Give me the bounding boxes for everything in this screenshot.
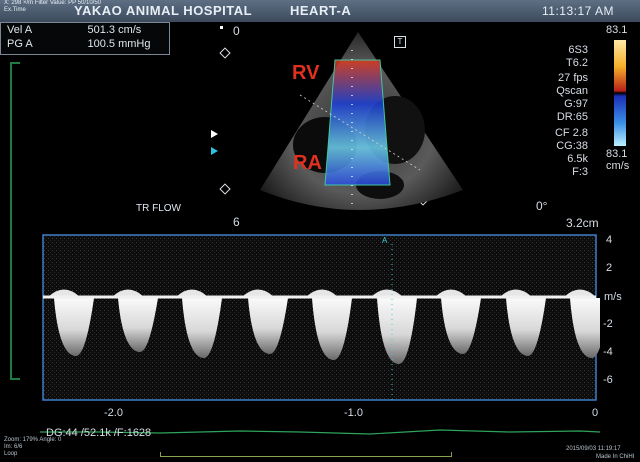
measurement-unit: mmHg [118,38,151,50]
y-unit: m/s [604,291,622,303]
measurement-unit: cm/s [118,24,142,36]
doppler-status: DG:44 /52.1k /F:1628 [46,427,152,439]
footer-date: 2015/09/03 11:19:17 [566,446,621,452]
ecg-bracket [10,62,12,380]
probe-name: 6S3 [568,44,588,56]
focus-diamond [219,183,231,195]
param-fps: 27 fps [558,72,588,84]
param-cf: CF 2.8 [554,127,588,139]
param-gain: G:97 [564,98,588,110]
flow-label: TR FLOW [136,203,181,214]
y-tick-neg6: -6 [603,374,613,386]
header-bar: X: 298 ×/m Filter Value: PP 50/10/50 Ex.… [0,0,640,22]
param-filter: F:3 [572,166,588,178]
color-scale-bar [614,40,626,146]
cine-bar[interactable] [160,452,452,457]
sample-depth: 3.2cm [566,216,599,230]
measurement-value: 501.3 [87,24,115,36]
focus-arrow-icon [211,130,218,138]
color-scale-min: 83.1 [606,148,628,160]
measurement-box: Vel A 501.3 cm/s PG A 100.5 mmHg [0,22,170,55]
param-cg: CG:38 [556,140,588,152]
y-tick-neg4: -4 [603,346,613,358]
y-tick-4: 4 [606,234,613,246]
footer-zoom: Zoom: 179% Angle: 0 [4,437,62,443]
color-scale-max: 83.1 [606,24,628,36]
depth-dot [220,26,223,29]
doppler-spectrum [42,234,600,401]
header-time: 11:13:17 AM [542,4,614,18]
measurement-pg: PG A 100.5 mmHg [7,38,150,50]
focus-arrow-cyan-icon [211,147,218,155]
label-rv: RV [292,62,320,84]
angle-value: 0° [536,199,548,213]
color-scale-unit: cm/s [606,160,630,172]
measurement-value: 100.5 [87,38,115,50]
footer-image: Im: 6/6 [4,444,23,450]
footer-loop: Loop [4,451,18,457]
param-qscan: Qscan [556,85,588,97]
scan-parameters: 6S3 T6.2 27 fps Qscan G:97 DR:65 CF 2.8 … [520,44,588,179]
param-tip: T6.2 [565,57,588,69]
x-tick-0: 0 [592,407,599,419]
x-tick-neg2: -2.0 [104,407,123,419]
hospital-name: YAKAO ANIMAL HOSPITAL [74,3,253,18]
measurement-label: Vel A [7,24,33,36]
label-ra: RA [293,152,322,174]
x-tick-neg1: -1.0 [344,407,363,419]
param-prf: 6.5k [567,153,588,165]
header-info-line-2: Ex.Time [4,7,26,13]
echo-sector-image [260,32,463,210]
footer-made-in: Made In ChiHI [596,454,635,460]
measurement-vel: Vel A 501.3 cm/s [7,24,141,36]
color-flow-box-fill [325,60,390,185]
measurement-label: PG A [7,38,33,50]
focus-diamond [219,47,231,59]
ecg-bracket-bottom [10,378,20,380]
y-tick-neg2: -2 [603,318,613,330]
exam-mode: HEART-A [290,3,352,18]
doppler-gate-label: A [382,236,388,245]
y-tick-2: 2 [606,262,613,274]
footer-left: Zoom: 179% Angle: 0 Im: 6/6 Loop [4,437,61,458]
param-dr: DR:65 [556,111,588,123]
ecg-bracket-top [10,62,20,64]
